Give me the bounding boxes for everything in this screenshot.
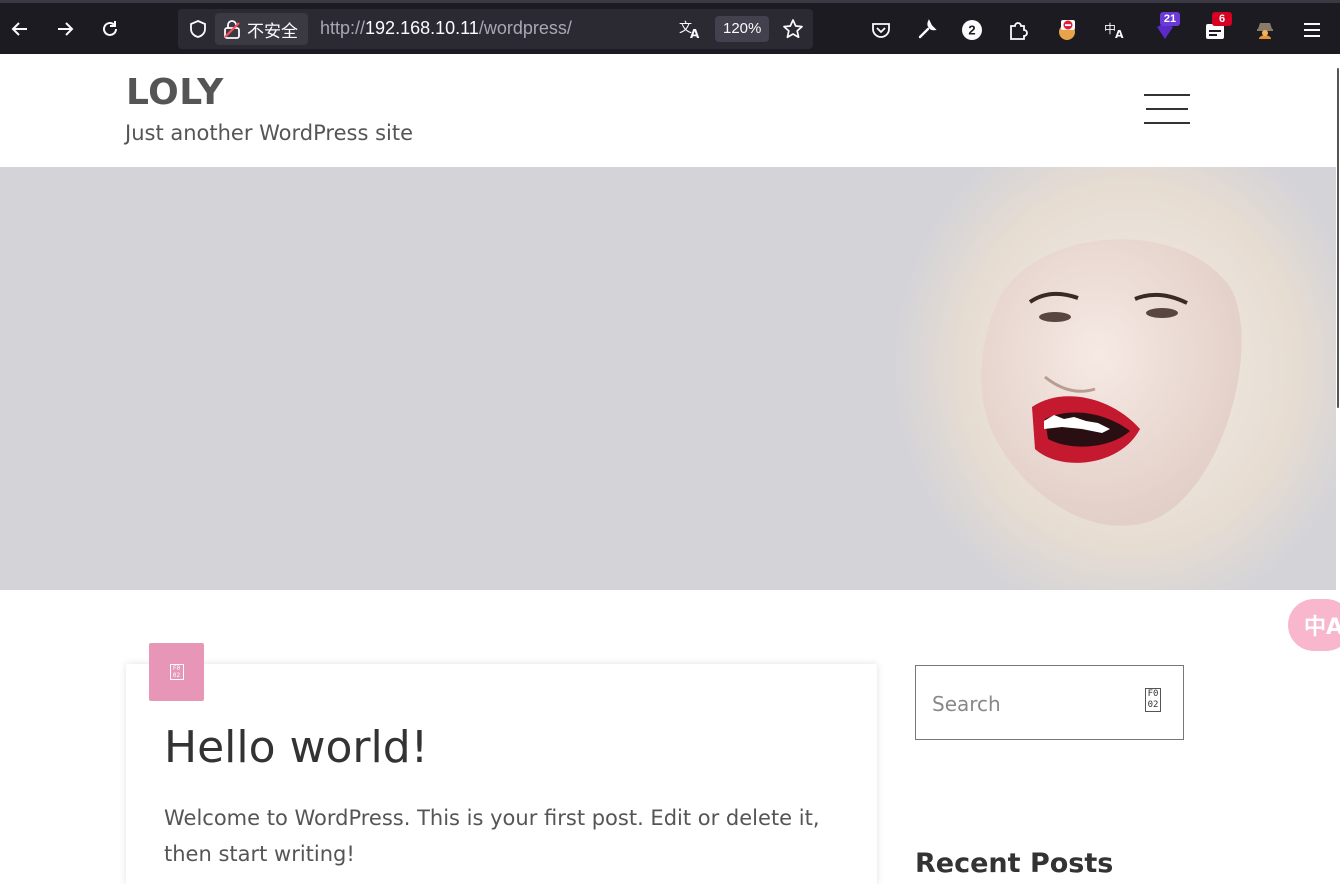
insecure-label: 不安全 <box>247 21 298 42</box>
translate-icon: 中A <box>1104 21 1124 41</box>
search-input[interactable] <box>930 686 1124 722</box>
floating-translate-button[interactable]: 中A <box>1288 599 1340 651</box>
page-scrollbar[interactable] <box>1336 54 1340 873</box>
puzzle-icon <box>1010 22 1028 40</box>
page-translate-icon[interactable]: 文A <box>678 18 702 40</box>
translate-fab-label: 中A <box>1304 615 1340 640</box>
counter-circle-icon: 2 <box>962 20 982 40</box>
menu-toggle-button[interactable] <box>1144 94 1190 128</box>
post-excerpt: Welcome to WordPress. This is your first… <box>164 806 820 866</box>
reload-button[interactable] <box>94 13 126 45</box>
blocker-extension-button[interactable] <box>1052 15 1082 45</box>
arrow-right-icon <box>58 22 74 36</box>
broken-lock-icon <box>224 20 240 39</box>
site-header: LOLY Just another WordPress site <box>0 54 1336 167</box>
site-tagline: Just another WordPress site <box>125 121 414 145</box>
scrollbar-thumb[interactable] <box>1337 68 1339 408</box>
url-scheme: http:// <box>320 18 366 38</box>
pocket-button[interactable] <box>866 15 896 45</box>
translate-extension-button[interactable]: 中A <box>1100 15 1130 45</box>
back-button[interactable] <box>4 13 36 45</box>
recent-posts-heading: Recent Posts <box>915 848 1114 879</box>
blocker-icon <box>1059 20 1075 40</box>
url-text[interactable]: http://192.168.10.11/wordpress/ <box>320 18 572 39</box>
extensions-button[interactable] <box>1003 15 1033 45</box>
search-icon: F0 02 <box>1145 688 1161 712</box>
hero-image <box>0 167 1336 590</box>
standard-post-icon: F0 02 <box>149 643 204 701</box>
search-submit-button[interactable]: F0 02 <box>1143 686 1163 714</box>
address-bar[interactable]: 不安全 http://192.168.10.11/wordpress/ 文A 1… <box>178 9 813 49</box>
tracking-protection-icon[interactable] <box>188 19 208 39</box>
zoom-indicator[interactable]: 120% <box>715 16 770 42</box>
svg-text:A: A <box>690 27 700 40</box>
svg-text:2: 2 <box>968 23 975 38</box>
svg-text:A: A <box>1115 28 1124 41</box>
arrow-left-icon <box>11 22 27 36</box>
app-menu-button[interactable] <box>1297 15 1327 45</box>
wrench-icon <box>918 19 937 39</box>
forward-button[interactable] <box>49 13 81 45</box>
post-title[interactable]: Hello world! <box>164 722 428 773</box>
spy-extension-button[interactable] <box>1250 15 1280 45</box>
reload-icon <box>103 21 117 36</box>
devtools-button[interactable] <box>912 15 942 45</box>
bookmark-star-icon[interactable] <box>782 18 804 40</box>
pocket-icon <box>872 23 890 38</box>
insecure-connection-badge[interactable]: 不安全 <box>215 13 308 45</box>
hero-portrait <box>890 167 1336 590</box>
counter-extension-button[interactable]: 2 <box>957 15 987 45</box>
url-path: /wordpress/ <box>478 18 572 38</box>
search-form: F0 02 <box>915 665 1184 740</box>
calendar-extension-button[interactable]: 6 <box>1200 12 1232 45</box>
shield-extension-button[interactable]: 21 <box>1150 12 1180 45</box>
post-format-glyph: F0 02 <box>169 664 184 680</box>
browser-toolbar: 不安全 http://192.168.10.11/wordpress/ 文A 1… <box>0 0 1340 54</box>
spy-icon <box>1257 23 1273 39</box>
url-host: 192.168.10.11 <box>365 18 479 38</box>
hamburger-menu-icon <box>1304 23 1320 37</box>
shield-badge: 21 <box>1160 12 1180 26</box>
calendar-badge: 6 <box>1212 12 1232 26</box>
site-title[interactable]: LOLY <box>126 72 224 113</box>
